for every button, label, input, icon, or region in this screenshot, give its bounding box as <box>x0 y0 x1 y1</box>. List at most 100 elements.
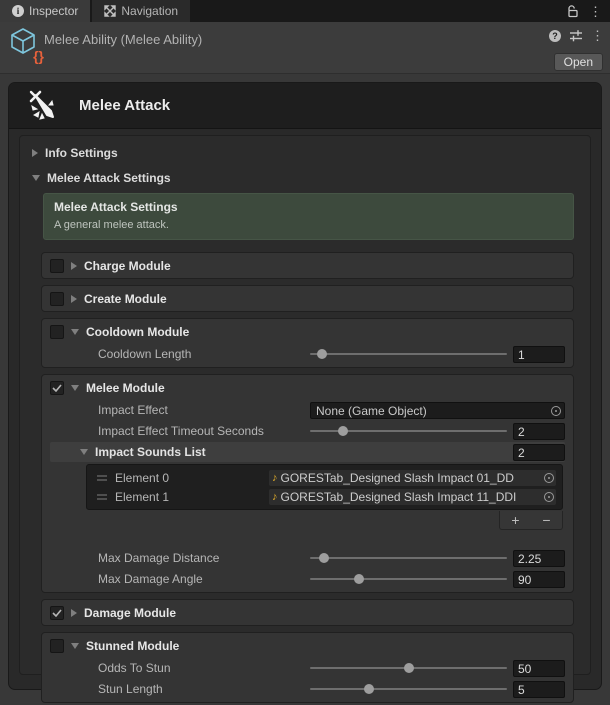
max-damage-angle-value[interactable]: 90 <box>513 571 565 588</box>
create-module-checkbox[interactable] <box>50 292 64 306</box>
list-add-button[interactable]: + <box>511 513 519 527</box>
slider-track <box>310 578 507 580</box>
create-module-header[interactable]: Create Module <box>42 286 573 311</box>
lock-icon[interactable] <box>566 4 579 18</box>
max-damage-angle-slider[interactable] <box>310 572 507 586</box>
cooldown-module: Cooldown Module Cooldown Length 1 <box>41 318 574 368</box>
audio-clip-field[interactable]: ♪ GORESTab_Designed Slash Impact 01_DD <box>269 470 556 486</box>
module-label: Melee Module <box>86 381 165 395</box>
object-picker-icon[interactable] <box>544 473 554 483</box>
chevron-right-icon <box>71 295 77 303</box>
impact-effect-row: Impact Effect None (Game Object) <box>42 400 573 420</box>
impact-sounds-list: Element 0 ♪ GORESTab_Designed Slash Impa… <box>86 464 563 510</box>
charge-module: Charge Module <box>41 252 574 279</box>
open-button[interactable]: Open <box>554 53 603 71</box>
cooldown-length-value[interactable]: 1 <box>513 346 565 363</box>
melee-module-header[interactable]: Melee Module <box>42 375 573 400</box>
object-picker-icon[interactable] <box>551 406 561 416</box>
cooldown-module-header[interactable]: Cooldown Module <box>42 319 573 344</box>
slider-thumb[interactable] <box>354 574 364 584</box>
chevron-down-icon <box>71 329 79 335</box>
foldout-info-settings[interactable]: Info Settings <box>26 140 576 165</box>
slider-thumb[interactable] <box>317 349 327 359</box>
create-module: Create Module <box>41 285 574 312</box>
damage-module-header[interactable]: Damage Module <box>42 600 573 625</box>
stun-length-value[interactable]: 5 <box>513 681 565 698</box>
slider-thumb[interactable] <box>338 426 348 436</box>
module-label: Stunned Module <box>86 639 179 653</box>
module-label: Create Module <box>84 292 167 306</box>
slider-track <box>310 557 507 559</box>
max-damage-distance-value[interactable]: 2.25 <box>513 550 565 567</box>
settings-panel: Info Settings Melee Attack Settings Mele… <box>19 135 591 675</box>
tab-bar: i Inspector Navigation ⋮ <box>0 0 610 22</box>
odds-to-stun-slider[interactable] <box>310 661 507 675</box>
check-icon <box>52 384 62 392</box>
property-label: Cooldown Length <box>98 347 310 361</box>
slider-track <box>310 688 507 690</box>
list-label: Impact Sounds List <box>95 445 506 459</box>
odds-to-stun-value[interactable]: 50 <box>513 660 565 677</box>
impact-sounds-list-size[interactable]: 2 <box>513 444 565 461</box>
chevron-down-icon <box>32 175 40 181</box>
cooldown-module-checkbox[interactable] <box>50 325 64 339</box>
stunned-module-checkbox[interactable] <box>50 639 64 653</box>
slider-track <box>310 353 507 355</box>
presets-icon[interactable] <box>569 29 583 42</box>
tab-navigation-label: Navigation <box>121 4 178 18</box>
audio-note-icon: ♪ <box>272 472 278 484</box>
sword-slash-icon <box>25 88 61 124</box>
ability-title: Melee Attack <box>79 97 170 114</box>
list-footer: + − <box>499 511 563 530</box>
check-icon <box>52 609 62 617</box>
charge-module-checkbox[interactable] <box>50 259 64 273</box>
foldout-label: Melee Attack Settings <box>47 171 171 185</box>
element-label: Element 1 <box>115 490 261 504</box>
cooldown-length-slider[interactable] <box>310 347 507 361</box>
max-damage-distance-slider[interactable] <box>310 551 507 565</box>
stunned-module: Stunned Module Odds To Stun 50 Stun Leng… <box>41 632 574 703</box>
charge-module-header[interactable]: Charge Module <box>42 253 573 278</box>
chevron-down-icon <box>80 449 88 455</box>
impact-effect-object-field[interactable]: None (Game Object) <box>310 402 565 419</box>
audio-clip-name: GORESTab_Designed Slash Impact 11_DDI <box>281 490 542 504</box>
list-element-row[interactable]: Element 0 ♪ GORESTab_Designed Slash Impa… <box>90 468 559 487</box>
tab-navigation[interactable]: Navigation <box>92 0 190 22</box>
chevron-down-icon <box>71 385 79 391</box>
property-label: Impact Effect Timeout Seconds <box>98 424 310 438</box>
chevron-right-icon <box>32 149 38 157</box>
impact-timeout-slider[interactable] <box>310 424 507 438</box>
inspector-header: {} Melee Ability (Melee Ability) ? ⋮ Ope… <box>0 22 610 74</box>
stun-length-slider[interactable] <box>310 682 507 696</box>
object-picker-icon[interactable] <box>544 492 554 502</box>
impact-sounds-list-header[interactable]: Impact Sounds List 2 <box>50 442 565 462</box>
damage-module-checkbox[interactable] <box>50 606 64 620</box>
foldout-melee-attack-settings[interactable]: Melee Attack Settings <box>26 165 576 190</box>
slider-thumb[interactable] <box>364 684 374 694</box>
tab-inspector[interactable]: i Inspector <box>0 0 90 22</box>
audio-clip-name: GORESTab_Designed Slash Impact 01_DD <box>281 471 542 485</box>
odds-to-stun-row: Odds To Stun 50 <box>42 658 573 678</box>
help-icon[interactable]: ? <box>549 30 561 42</box>
inspector-menu-icon[interactable]: ⋮ <box>589 5 602 18</box>
module-label: Charge Module <box>84 259 171 273</box>
asset-menu-icon[interactable]: ⋮ <box>591 29 604 42</box>
melee-module: Melee Module Impact Effect None (Game Ob… <box>41 374 574 593</box>
melee-attack-panel: Melee Attack Info Settings Melee Attack … <box>8 82 602 690</box>
list-element-row[interactable]: Element 1 ♪ GORESTab_Designed Slash Impa… <box>90 487 559 506</box>
slider-thumb[interactable] <box>319 553 329 563</box>
drag-handle-icon[interactable] <box>97 475 107 481</box>
slider-thumb[interactable] <box>404 663 414 673</box>
list-remove-button[interactable]: − <box>542 513 550 527</box>
help-box: Melee Attack Settings A general melee at… <box>43 193 574 240</box>
stunned-module-header[interactable]: Stunned Module <box>42 633 573 658</box>
max-damage-angle-row: Max Damage Angle 90 <box>42 569 573 589</box>
melee-module-checkbox[interactable] <box>50 381 64 395</box>
property-label: Stun Length <box>98 682 310 696</box>
drag-handle-icon[interactable] <box>97 494 107 500</box>
tab-bar-spacer <box>190 0 566 22</box>
property-label: Max Damage Distance <box>98 551 310 565</box>
impact-timeout-value[interactable]: 2 <box>513 423 565 440</box>
audio-clip-field[interactable]: ♪ GORESTab_Designed Slash Impact 11_DDI <box>269 489 556 505</box>
property-label: Impact Effect <box>98 403 310 417</box>
